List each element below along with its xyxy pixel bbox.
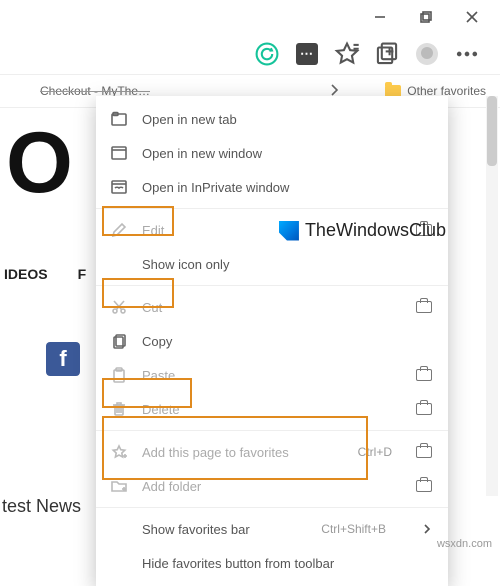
window-titlebar [0, 0, 500, 34]
inprivate-icon [110, 179, 128, 195]
menu-label: Open in new window [142, 146, 432, 161]
menu-label: Cut [142, 300, 402, 315]
menu-label: Add this page to favorites [142, 445, 344, 460]
delete-icon [110, 401, 128, 417]
menu-label: Delete [142, 402, 402, 417]
paste-icon [110, 367, 128, 383]
menu-paste[interactable]: Paste [96, 358, 448, 392]
star-add-icon [110, 444, 128, 460]
menu-show-favorites-bar[interactable]: Show favorites bar Ctrl+Shift+B [96, 512, 448, 546]
menu-label: Add folder [142, 479, 402, 494]
briefcase-icon [416, 369, 432, 381]
menu-add-page-favorites[interactable]: Add this page to favorites Ctrl+D [96, 435, 448, 469]
heading-partial: test News [0, 436, 86, 517]
chevron-right-icon [422, 524, 432, 534]
menu-cut[interactable]: Cut [96, 290, 448, 324]
menu-label: Hide favorites button from toolbar [142, 556, 432, 571]
menu-label: Copy [142, 334, 432, 349]
menu-open-inprivate[interactable]: Open in InPrivate window [96, 170, 448, 204]
briefcase-icon [416, 480, 432, 492]
minimize-button[interactable] [366, 3, 394, 31]
menu-show-icon-only[interactable]: Show icon only [96, 247, 448, 281]
collections-icon[interactable] [374, 41, 400, 67]
new-window-icon [110, 145, 128, 161]
edit-icon [110, 222, 128, 238]
close-button[interactable] [458, 3, 486, 31]
briefcase-icon [416, 224, 432, 236]
menu-separator [96, 285, 448, 286]
page-tab[interactable]: F [78, 266, 87, 282]
menu-open-new-tab[interactable]: Open in new tab [96, 102, 448, 136]
page-tab[interactable]: IDEOS [4, 266, 48, 282]
menu-shortcut: Ctrl+D [358, 445, 392, 459]
briefcase-icon [416, 403, 432, 415]
menu-label: Paste [142, 368, 402, 383]
cut-icon [110, 299, 128, 315]
menu-delete[interactable]: Delete [96, 392, 448, 426]
menu-edit[interactable]: Edit [96, 213, 448, 247]
menu-hide-favorites-button[interactable]: Hide favorites button from toolbar [96, 546, 448, 580]
menu-separator [96, 507, 448, 508]
menu-label: Edit [142, 223, 402, 238]
maximize-button[interactable] [412, 3, 440, 31]
menu-label: Open in InPrivate window [142, 180, 432, 195]
briefcase-icon [416, 446, 432, 458]
settings-more-icon[interactable] [454, 41, 480, 67]
menu-label: Show favorites bar [142, 522, 307, 537]
menu-separator [96, 208, 448, 209]
copy-icon [110, 333, 128, 349]
menu-copy[interactable]: Copy [96, 324, 448, 358]
menu-label: Show icon only [142, 257, 432, 272]
briefcase-icon [416, 301, 432, 313]
page-content-partial: O IDEOS F f test News [0, 120, 86, 517]
logo-letter: O [0, 120, 86, 206]
profile-avatar[interactable] [414, 41, 440, 67]
menu-shortcut: Ctrl+Shift+B [321, 522, 386, 536]
favorites-star-icon[interactable] [334, 41, 360, 67]
menu-open-new-window[interactable]: Open in new window [96, 136, 448, 170]
facebook-icon[interactable]: f [46, 342, 80, 376]
scrollbar-thumb[interactable] [487, 96, 497, 166]
folder-add-icon [110, 478, 128, 494]
menu-label: Open in new tab [142, 112, 432, 127]
browser-toolbar: ⋯ [0, 34, 500, 74]
new-tab-icon [110, 111, 128, 127]
menu-add-folder[interactable]: Add folder [96, 469, 448, 503]
context-menu: Open in new tab Open in new window Open … [96, 96, 448, 586]
menu-separator [96, 430, 448, 431]
grammarly-icon[interactable] [254, 41, 280, 67]
extension-icon[interactable]: ⋯ [294, 41, 320, 67]
